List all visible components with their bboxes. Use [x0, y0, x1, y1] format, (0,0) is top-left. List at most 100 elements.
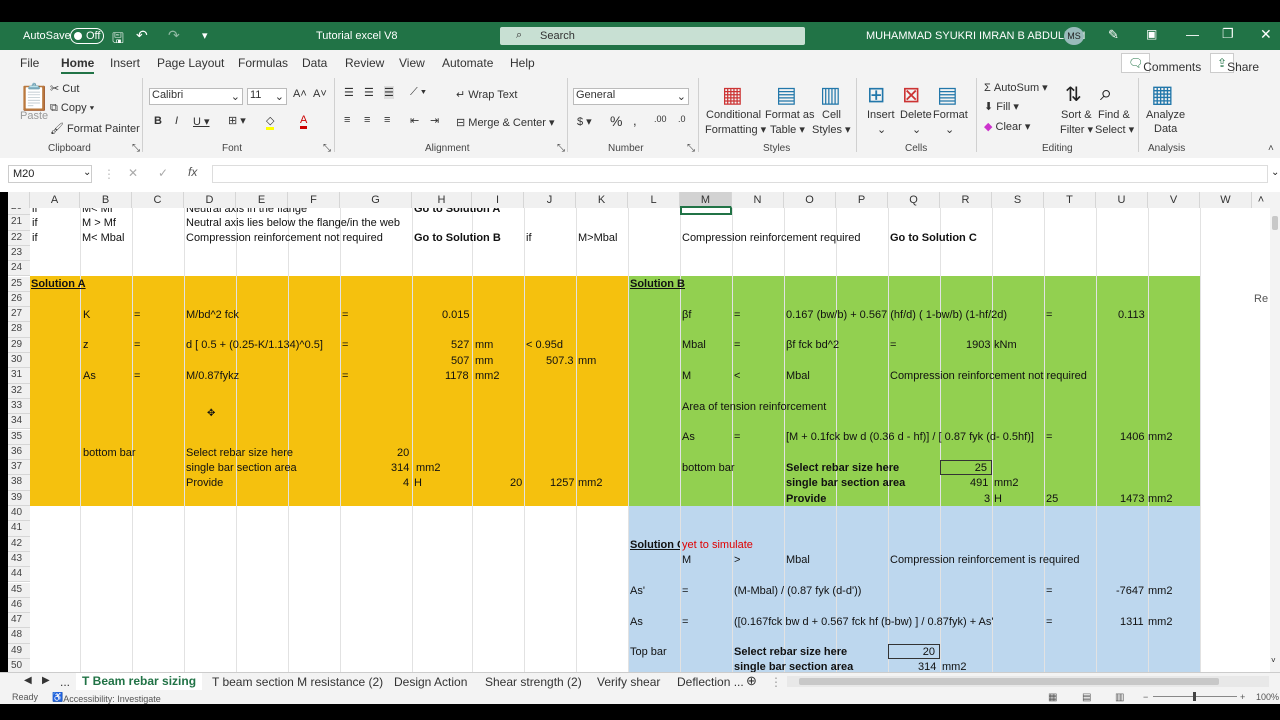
- row-header[interactable]: 20: [8, 208, 30, 216]
- zoom-in-icon[interactable]: +: [1240, 692, 1245, 702]
- italic-icon[interactable]: I: [175, 115, 178, 127]
- underline-icon[interactable]: U ▾: [193, 115, 210, 128]
- search-box[interactable]: ⌕ Search: [500, 27, 805, 45]
- vertical-scrollbar[interactable]: ˅: [1270, 192, 1280, 672]
- collapse-ribbon-icon[interactable]: ˄: [1268, 143, 1274, 154]
- cell[interactable]: =: [1046, 430, 1052, 444]
- solution-a-title[interactable]: Solution A: [31, 277, 86, 291]
- cell[interactable]: M/bd^2 fck: [186, 308, 239, 322]
- cell[interactable]: 1903: [966, 338, 990, 352]
- cell[interactable]: 1178: [445, 369, 469, 383]
- cell[interactable]: =: [134, 369, 140, 383]
- cell[interactable]: bottom bar: [83, 446, 136, 460]
- cell[interactable]: 314: [391, 461, 409, 475]
- cell[interactable]: Re: [1254, 292, 1268, 306]
- undo-icon[interactable]: ↶: [136, 27, 148, 44]
- column-header-selected[interactable]: M: [680, 192, 732, 208]
- cell[interactable]: yet to simulate: [682, 538, 753, 552]
- row-header[interactable]: 25: [8, 276, 30, 292]
- zoom-slider[interactable]: [1153, 692, 1237, 701]
- cell[interactable]: mm2: [475, 369, 499, 383]
- worksheet-grid[interactable]: 20 21 22 23 24 25 26 27 28 29 30 31 32 3…: [8, 208, 1270, 672]
- row-header[interactable]: 31: [8, 368, 30, 384]
- cell[interactable]: =: [734, 308, 740, 322]
- tab-file[interactable]: File: [20, 56, 39, 70]
- cell[interactable]: Provide: [786, 492, 826, 506]
- cell[interactable]: 507: [451, 354, 469, 368]
- fill-color-icon[interactable]: ◇: [266, 114, 275, 130]
- paste-button[interactable]: Paste: [20, 110, 48, 122]
- rebar-size-input[interactable]: 25: [940, 460, 992, 475]
- tab-formulas[interactable]: Formulas: [238, 56, 288, 70]
- cell[interactable]: =: [890, 338, 896, 352]
- comma-style-icon[interactable]: ,: [633, 113, 637, 128]
- tab-automate[interactable]: Automate: [442, 56, 493, 70]
- cell[interactable]: M: [682, 553, 691, 567]
- sheet-tab[interactable]: Design Action: [394, 675, 467, 689]
- row-header[interactable]: 36: [8, 444, 30, 461]
- increase-indent-icon[interactable]: ⇥: [430, 114, 439, 127]
- comments-button[interactable]: 🗨 Comments: [1121, 53, 1201, 74]
- cell[interactable]: Provide: [186, 476, 223, 490]
- save-icon[interactable]: 🖫: [112, 28, 124, 52]
- ribbon-display-icon[interactable]: ▣: [1146, 27, 1157, 41]
- column-header[interactable]: W: [1200, 192, 1252, 208]
- sheet-tab[interactable]: Deflection ...: [677, 675, 744, 689]
- page-break-view-icon[interactable]: ▥: [1115, 692, 1124, 703]
- dialog-launcher-icon[interactable]: ⤡: [687, 143, 695, 154]
- zoom-out-icon[interactable]: −: [1143, 692, 1148, 702]
- row-header[interactable]: 24: [8, 261, 30, 277]
- row-header[interactable]: 50: [8, 659, 30, 672]
- row-header[interactable]: 42: [8, 536, 30, 552]
- percent-icon[interactable]: %: [610, 113, 622, 129]
- tab-page-layout[interactable]: Page Layout: [157, 56, 224, 70]
- cell[interactable]: βf fck bd^2: [786, 338, 839, 352]
- clear-button[interactable]: ◆ Clear ▾: [984, 120, 1030, 133]
- font-color-icon[interactable]: A: [300, 114, 308, 129]
- insert-cells-button[interactable]: Insert: [867, 109, 895, 121]
- cell[interactable]: As: [682, 430, 695, 444]
- cell[interactable]: M< Mf: [82, 208, 113, 216]
- cell[interactable]: single bar section area: [786, 476, 905, 490]
- row-header[interactable]: 45: [8, 582, 30, 598]
- column-header[interactable]: V: [1148, 192, 1200, 208]
- format-cells-button[interactable]: Format: [933, 109, 968, 121]
- maximize-icon[interactable]: ❐: [1222, 26, 1234, 42]
- zoom-level[interactable]: 100%: [1256, 692, 1279, 702]
- cell[interactable]: =: [734, 430, 740, 444]
- cell[interactable]: As': [630, 584, 645, 598]
- cell[interactable]: =: [682, 615, 688, 629]
- column-header[interactable]: S: [992, 192, 1044, 208]
- tab-scroll-right-icon[interactable]: ▶: [42, 675, 50, 686]
- sort-filter-icon[interactable]: ⇅: [1065, 82, 1082, 107]
- row-header[interactable]: 38: [8, 475, 30, 491]
- add-sheet-icon[interactable]: ⊕: [746, 673, 757, 689]
- cell[interactable]: mm2: [1148, 615, 1172, 629]
- format-as-table-button[interactable]: Format as: [765, 109, 815, 121]
- column-header[interactable]: O: [784, 192, 836, 208]
- cell[interactable]: bottom bar: [682, 461, 735, 475]
- cell[interactable]: if: [32, 231, 38, 245]
- column-header[interactable]: Q: [888, 192, 940, 208]
- zoom-slider-thumb[interactable]: [1193, 692, 1196, 701]
- column-header[interactable]: R: [940, 192, 992, 208]
- cell[interactable]: =: [1046, 308, 1052, 322]
- cell[interactable]: =: [1046, 615, 1052, 629]
- cell[interactable]: Go to Solution B: [414, 231, 501, 245]
- formula-input[interactable]: [212, 165, 1268, 183]
- align-middle-icon[interactable]: ☰: [364, 86, 374, 99]
- column-header[interactable]: D: [184, 192, 236, 208]
- cell[interactable]: 0.015: [442, 308, 470, 322]
- cell[interactable]: =: [1046, 584, 1052, 598]
- cell[interactable]: =: [682, 584, 688, 598]
- conditional-formatting-icon[interactable]: ▦: [722, 82, 743, 108]
- row-header[interactable]: 37: [8, 460, 30, 476]
- cell[interactable]: mm: [475, 338, 493, 352]
- align-right-icon[interactable]: ≡: [384, 114, 390, 126]
- cell[interactable]: 4: [403, 476, 409, 490]
- cell[interactable]: 1257: [550, 476, 574, 490]
- cell[interactable]: Mbal: [786, 369, 810, 383]
- cell[interactable]: Select rebar size here: [186, 446, 293, 460]
- insert-cells-icon[interactable]: ⊞: [867, 82, 885, 108]
- cell[interactable]: As: [83, 369, 96, 383]
